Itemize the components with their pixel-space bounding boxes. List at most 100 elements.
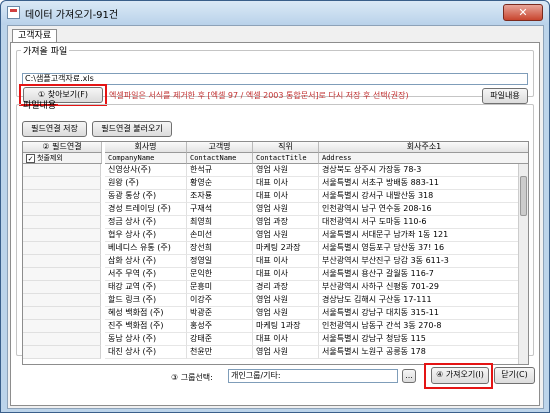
- cell-company[interactable]: 협우 상사 (주): [105, 229, 187, 242]
- cell-title[interactable]: 경리 과장: [253, 281, 319, 294]
- cell-company[interactable]: 태강 교역 (주): [105, 281, 187, 294]
- cell-company[interactable]: 경성 트레이딩 (주): [105, 203, 187, 216]
- cell-title[interactable]: 영업 사원: [253, 294, 319, 307]
- cell-title[interactable]: 마케팅 1과장: [253, 320, 319, 333]
- load-field-link-button[interactable]: 필드연결 불러오기: [92, 121, 172, 137]
- cell-address[interactable]: 부산광역시 사하구 신평동 701-29: [319, 281, 528, 294]
- cell-company[interactable]: 베네디스 유통 (주): [105, 242, 187, 255]
- cell-title[interactable]: 영업 사원: [253, 229, 319, 242]
- cell-address[interactable]: 경상남도 김해시 구산동 17-111: [319, 294, 528, 307]
- cell-contact[interactable]: 문흥미: [187, 281, 253, 294]
- tab-customer-data[interactable]: 고객자료: [12, 29, 57, 43]
- cell-contact[interactable]: 조자룡: [187, 190, 253, 203]
- row-header[interactable]: [23, 242, 101, 255]
- file-group-legend: 가져올 파일: [23, 47, 68, 57]
- row-header[interactable]: [23, 203, 101, 216]
- exclude-first-row-checkbox[interactable]: ✓: [26, 154, 35, 163]
- cell-company[interactable]: 동남 상사 (주): [105, 333, 187, 346]
- row-header[interactable]: [23, 268, 101, 281]
- column-header-company[interactable]: 회사명: [105, 142, 187, 153]
- cell-company[interactable]: 신영상사(주): [105, 164, 187, 177]
- column-header-title[interactable]: 직위: [253, 142, 319, 153]
- cell-address[interactable]: 서울특별시 영등포구 당산동 37! 16: [319, 242, 528, 255]
- cell-address[interactable]: 부산광역시 부산진구 당감 3동 611-3: [319, 255, 528, 268]
- cell-title[interactable]: 영업 사원: [253, 164, 319, 177]
- cell-title[interactable]: 영업 사원: [253, 307, 319, 320]
- cell-title[interactable]: 마케팅 2과장: [253, 242, 319, 255]
- row-header[interactable]: [23, 190, 101, 203]
- row-header[interactable]: [23, 255, 101, 268]
- cell-company[interactable]: 대진 상사 (주): [105, 346, 187, 359]
- cell-contact[interactable]: 장선희: [187, 242, 253, 255]
- cell-company[interactable]: 진주 백화점 (주): [105, 320, 187, 333]
- cell-title[interactable]: 대표 이사: [253, 333, 319, 346]
- row-header[interactable]: [23, 346, 101, 359]
- cell-address[interactable]: 서울특별시 강서구 내발산동 318: [319, 190, 528, 203]
- window-close-button[interactable]: ✕: [503, 4, 543, 21]
- exclude-first-row[interactable]: ✓ 첫줄제외: [23, 153, 102, 164]
- row-header[interactable]: [23, 294, 101, 307]
- cell-address[interactable]: 인천광역시 남구 연수동 208-16: [319, 203, 528, 216]
- cell-address[interactable]: 인천광역시 남동구 간석 3동 270-8: [319, 320, 528, 333]
- cell-title[interactable]: 대표 이사: [253, 268, 319, 281]
- column-header-address[interactable]: 회사주소1: [319, 142, 528, 153]
- app-icon: [7, 6, 20, 19]
- save-field-link-button[interactable]: 필드연결 저장: [22, 121, 87, 137]
- cell-address[interactable]: 서울특별시 용산구 갈월동 116-7: [319, 268, 528, 281]
- row-header[interactable]: [23, 229, 101, 242]
- row-header[interactable]: [23, 320, 101, 333]
- cell-title[interactable]: 대표 이사: [253, 177, 319, 190]
- cell-company[interactable]: 삼화 상사 (주): [105, 255, 187, 268]
- cell-address[interactable]: 서울특별시 강남구 대치동 315-11: [319, 307, 528, 320]
- cell-address[interactable]: 서울특별시 서초구 방배동 883-11: [319, 177, 528, 190]
- cell-contact[interactable]: 최영희: [187, 216, 253, 229]
- row-header[interactable]: [23, 216, 101, 229]
- cell-contact[interactable]: 홍성주: [187, 320, 253, 333]
- cell-address[interactable]: 서울특별시 강남구 청담동 115: [319, 333, 528, 346]
- group-select-input[interactable]: 개인그룹/기타:: [228, 369, 398, 383]
- cell-company[interactable]: 원왕 (주): [105, 177, 187, 190]
- row-header[interactable]: [23, 307, 101, 320]
- cell-address[interactable]: 대전광역시 서구 도마동 110-6: [319, 216, 528, 229]
- grid-scrollbar[interactable]: [518, 164, 528, 364]
- exclude-first-row-label: 첫줄제외: [37, 154, 63, 162]
- column-field-address[interactable]: Address: [319, 153, 528, 164]
- cell-address[interactable]: 서울특별시 노원구 공릉동 178: [319, 346, 528, 359]
- cell-contact[interactable]: 강태준: [187, 333, 253, 346]
- cell-title[interactable]: 영업 사원: [253, 203, 319, 216]
- cell-contact[interactable]: 이강주: [187, 294, 253, 307]
- group-browse-button[interactable]: ...: [402, 369, 416, 383]
- window-title: 데이터 가져오기-91건: [25, 10, 119, 21]
- row-header[interactable]: [23, 177, 101, 190]
- cell-contact[interactable]: 문익한: [187, 268, 253, 281]
- grid-scroll-thumb[interactable]: [520, 176, 527, 216]
- cell-contact[interactable]: 황영순: [187, 177, 253, 190]
- cell-title[interactable]: 대표 이사: [253, 190, 319, 203]
- cell-contact[interactable]: 천윤만: [187, 346, 253, 359]
- column-field-contact[interactable]: ContactName: [187, 153, 253, 164]
- row-header[interactable]: [23, 164, 101, 177]
- cell-company[interactable]: 혜성 백화점 (주): [105, 307, 187, 320]
- cell-address[interactable]: 경상북도 상주시 가장동 78-3: [319, 164, 528, 177]
- cell-title[interactable]: 영업 사원: [253, 346, 319, 359]
- client-area: 고객자료 가져올 파일 C:\샘플고객자료.xls ① 찾아보기(F) 엑셀파일…: [7, 25, 544, 409]
- row-header[interactable]: [23, 333, 101, 346]
- cell-contact[interactable]: 구재석: [187, 203, 253, 216]
- cell-company[interactable]: 정금 상사 (주): [105, 216, 187, 229]
- title-bar[interactable]: 데이터 가져오기-91건 ✕: [1, 1, 549, 25]
- cell-address[interactable]: 서울특별시 서대문구 남가좌 1동 121: [319, 229, 528, 242]
- row-header[interactable]: [23, 281, 101, 294]
- cell-company[interactable]: 서주 무역 (주): [105, 268, 187, 281]
- cell-contact[interactable]: 박광준: [187, 307, 253, 320]
- cell-company[interactable]: 할드 링크 (주): [105, 294, 187, 307]
- cell-title[interactable]: 대표 이사: [253, 255, 319, 268]
- cell-title[interactable]: 영업 과장: [253, 216, 319, 229]
- close-button[interactable]: 닫기(C): [494, 367, 535, 384]
- cell-contact[interactable]: 한석규: [187, 164, 253, 177]
- column-header-contact[interactable]: 고객명: [187, 142, 253, 153]
- column-field-company[interactable]: CompanyName: [105, 153, 187, 164]
- cell-contact[interactable]: 손미선: [187, 229, 253, 242]
- column-field-title[interactable]: ContactTitle: [253, 153, 319, 164]
- cell-contact[interactable]: 정영일: [187, 255, 253, 268]
- cell-company[interactable]: 동광 통상 (주): [105, 190, 187, 203]
